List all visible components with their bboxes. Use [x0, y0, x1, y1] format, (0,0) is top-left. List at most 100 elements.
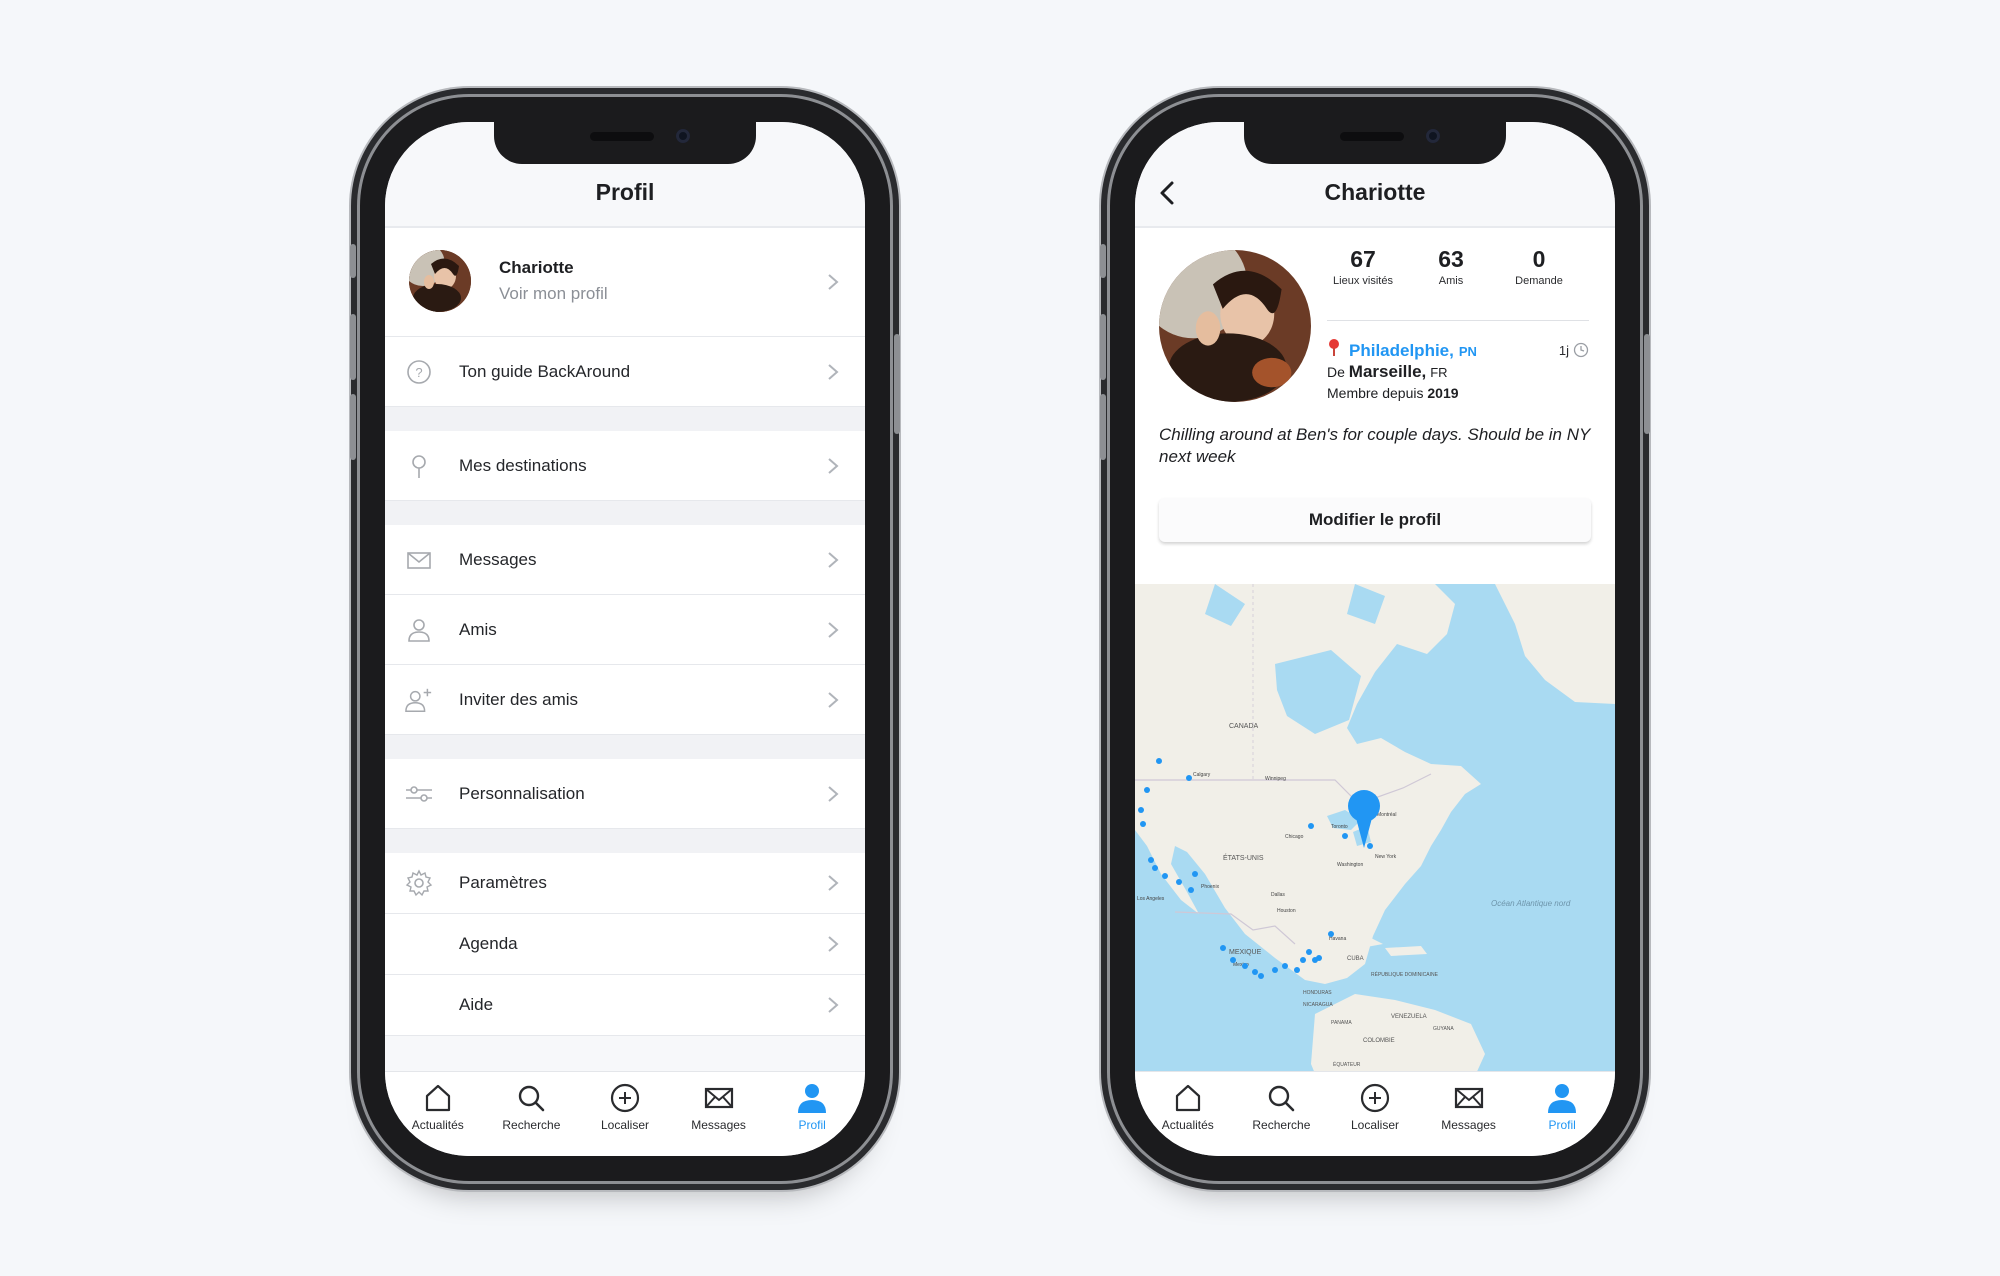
map-label-colombie: COLOMBIE	[1363, 1038, 1395, 1044]
map-label-chicago: Chicago	[1285, 834, 1304, 840]
menu-item-amis[interactable]: Amis	[385, 595, 865, 665]
tab-recherche[interactable]: Recherche	[485, 1072, 577, 1156]
stat-demande[interactable]: 0 Demande	[1499, 246, 1579, 287]
menu-item-guide[interactable]: ? Ton guide BackAround	[385, 337, 865, 407]
section-gap	[385, 407, 865, 431]
visited-dot	[1342, 833, 1348, 839]
map-label-mexique: MEXIQUE	[1229, 949, 1262, 956]
tab-profil[interactable]: Profil	[1516, 1072, 1608, 1156]
screen-user-profile: Chariotte 67 Lieux visités 63 Amis 0 Dem…	[1135, 122, 1615, 1156]
map-label-guyana: GUYANA	[1433, 1026, 1454, 1032]
envelope-icon	[405, 546, 433, 574]
menu-item-destinations[interactable]: Mes destinations	[385, 431, 865, 501]
tab-actualites[interactable]: Actualités	[1142, 1072, 1234, 1156]
chevron-right-icon	[828, 875, 839, 891]
menu-item-label: Ton guide BackAround	[459, 361, 631, 381]
visited-dot	[1162, 873, 1168, 879]
tab-messages[interactable]: Messages	[1423, 1072, 1515, 1156]
menu-item-label: Mes destinations	[459, 455, 587, 475]
map-label-nicaragua: NICARAGUA	[1303, 1002, 1333, 1008]
envelope-icon	[704, 1087, 733, 1109]
menu-item-label: Aide	[459, 995, 494, 1014]
search-icon	[1269, 1085, 1295, 1112]
location-region: PN	[1458, 344, 1477, 359]
tab-label: Messages	[1441, 1118, 1496, 1132]
origin-prefix: De	[1327, 364, 1345, 380]
location-city: Philadelphie,	[1349, 341, 1454, 360]
member-since-label: Membre depuis	[1327, 385, 1424, 401]
home-icon	[1175, 1084, 1200, 1112]
sliders-icon	[405, 780, 433, 808]
tab-profil[interactable]: Profil	[766, 1072, 858, 1156]
volume-up-button	[1100, 314, 1106, 380]
tab-localiser[interactable]: Localiser	[579, 1072, 671, 1156]
tab-recherche[interactable]: Recherche	[1235, 1072, 1327, 1156]
map-label-winnipeg: Winnipeg	[1265, 776, 1286, 782]
menu-item-inviter[interactable]: Inviter des amis	[385, 665, 865, 735]
map-label-calgary: Calgary	[1193, 772, 1211, 778]
tab-localiser[interactable]: Localiser	[1329, 1072, 1421, 1156]
chevron-right-icon	[828, 551, 839, 568]
profile-icon	[798, 1084, 827, 1113]
profile-row[interactable]: Chariotte Voir mon profil	[385, 228, 865, 337]
stat-label: Amis	[1438, 275, 1464, 287]
stat-lieux[interactable]: 67 Lieux visités	[1323, 246, 1403, 287]
menu-item-label: Agenda	[459, 934, 518, 953]
chevron-right-icon	[828, 785, 839, 802]
tab-actualites[interactable]: Actualités	[392, 1072, 484, 1156]
menu-item-agenda[interactable]: Agenda	[385, 914, 865, 975]
volume-up-button	[350, 314, 356, 380]
screen-profile-menu: Profil Chariotte Voir mon profil ? Ton g…	[385, 122, 865, 1156]
menu-item-label: Inviter des amis	[459, 689, 579, 709]
visited-dot	[1230, 957, 1236, 963]
avatar	[409, 250, 471, 312]
visited-dot	[1188, 887, 1194, 893]
edit-profile-label: Modifier le profil	[1308, 510, 1442, 529]
chevron-right-icon	[828, 691, 839, 708]
visited-dot	[1272, 967, 1278, 973]
pin-icon	[405, 452, 433, 480]
tab-messages[interactable]: Messages	[673, 1072, 765, 1156]
map-label-montreal: Montréal	[1377, 812, 1396, 818]
map-label-houston: Houston	[1277, 908, 1296, 914]
search-icon	[519, 1085, 545, 1112]
current-location[interactable]: Philadelphie, PN	[1327, 338, 1477, 361]
visited-dot	[1156, 758, 1162, 764]
location-pin-icon	[1329, 339, 1339, 356]
map-label-toronto: Toronto	[1331, 824, 1348, 830]
page-title: Chariotte	[1324, 179, 1426, 205]
menu-item-label: Messages	[459, 549, 537, 569]
section-gap	[385, 735, 865, 759]
visited-dot	[1242, 963, 1248, 969]
chevron-right-icon	[828, 274, 839, 290]
menu-item-messages[interactable]: Messages	[385, 525, 865, 595]
travel-map[interactable]: CANADA ÉTATS-UNIS MEXIQUE CUBA RÉPUBLIQU…	[1135, 584, 1615, 1098]
edit-profile-button[interactable]: Modifier le profil	[1159, 498, 1591, 542]
map-label-rep-dom: RÉPUBLIQUE DOMINICAINE	[1371, 971, 1439, 978]
gear-icon	[405, 869, 433, 897]
member-since-year: 2019	[1427, 385, 1459, 401]
chevron-right-icon	[828, 457, 839, 474]
stat-value: 0	[1532, 246, 1546, 272]
tab-label: Localiser	[1350, 1118, 1399, 1132]
notch	[1244, 122, 1506, 164]
menu-item-personnalisation[interactable]: Personnalisation	[385, 759, 865, 829]
tab-label: Profil	[1548, 1118, 1576, 1132]
stat-amis[interactable]: 63 Amis	[1411, 246, 1491, 287]
menu-item-parametres[interactable]: Paramètres	[385, 853, 865, 914]
map-label-ocean: Océan Atlantique nord	[1491, 899, 1571, 908]
map-canvas: CANADA ÉTATS-UNIS MEXIQUE CUBA RÉPUBLIQU…	[1135, 584, 1615, 1098]
menu-item-aide[interactable]: Aide	[385, 975, 865, 1036]
home-icon	[425, 1084, 450, 1112]
profile-name: Chariotte	[499, 258, 574, 277]
mute-switch	[350, 244, 356, 278]
profile-card: 67 Lieux visités 63 Amis 0 Demande Phila…	[1135, 228, 1615, 584]
visited-dot	[1306, 949, 1312, 955]
plus-circle-icon	[1360, 1083, 1390, 1113]
back-arrow-icon[interactable]	[1153, 178, 1183, 208]
menu-list: Chariotte Voir mon profil ? Ton guide Ba…	[385, 228, 865, 1036]
notch	[494, 122, 756, 164]
chevron-right-icon	[828, 363, 839, 380]
origin-line: De Marseille, FR	[1327, 362, 1448, 382]
map-label-venezuela: VENEZUELA	[1391, 1014, 1427, 1020]
